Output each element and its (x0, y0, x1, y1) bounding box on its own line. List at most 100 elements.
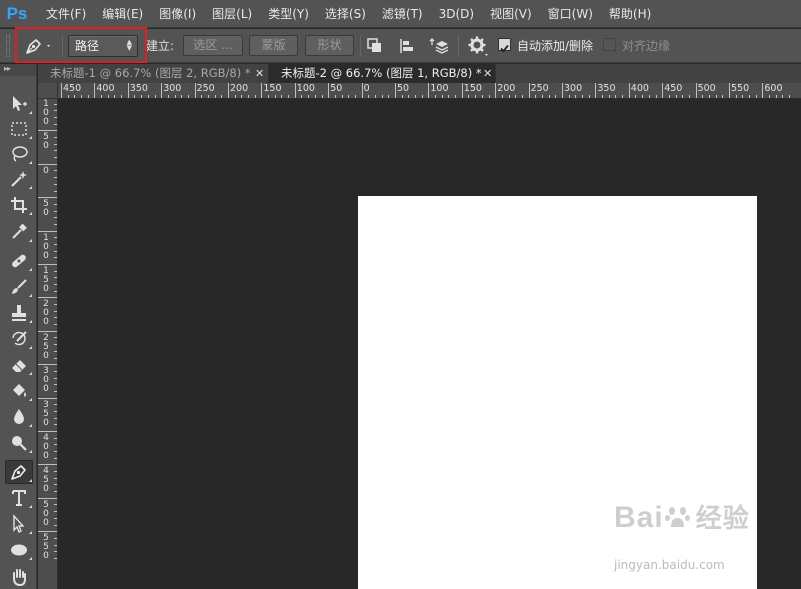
dodge-tool[interactable] (5, 431, 33, 455)
menu-edit[interactable]: 编辑(E) (94, 0, 151, 28)
ruler-label: 50 (330, 83, 343, 94)
lasso-tool[interactable] (5, 142, 33, 166)
healing-brush-tool[interactable] (5, 249, 33, 273)
ruler-origin[interactable] (38, 83, 58, 99)
menu-type[interactable]: 类型(Y) (260, 0, 317, 28)
geometry-options-button[interactable] (466, 34, 490, 58)
ruler-minor-tick (708, 95, 710, 98)
ruler-minor-tick (214, 95, 216, 98)
auto-add-delete-label: 自动添加/删除 (517, 39, 594, 53)
menu-window[interactable]: 窗口(W) (540, 0, 601, 28)
ruler-minor-tick (54, 143, 57, 145)
ruler-minor-tick (54, 357, 57, 359)
ruler-minor-tick (655, 95, 657, 98)
toolbox-collapse-toggle[interactable]: ▸▸ (0, 64, 36, 76)
close-icon[interactable]: ✕ (255, 64, 264, 83)
magic-wand-tool[interactable] (5, 167, 33, 191)
ruler-minor-tick (54, 484, 57, 486)
menu-help[interactable]: 帮助(H) (601, 0, 659, 28)
menu-layer[interactable]: 图层(L) (204, 0, 260, 28)
path-operations-button[interactable] (363, 34, 387, 58)
photoshop-logo: Ps (6, 3, 28, 23)
ruler-label: 50 (43, 199, 49, 219)
menu-select[interactable]: 选择(S) (317, 0, 374, 28)
ruler-minor-tick (54, 451, 57, 453)
menu-filter[interactable]: 滤镜(T) (374, 0, 431, 28)
eraser-tool[interactable] (5, 353, 33, 377)
ruler-tick (38, 497, 57, 499)
ruler-minor-tick (408, 95, 410, 98)
ruler-minor-tick (755, 95, 757, 98)
history-brush-tool[interactable] (5, 327, 33, 351)
path-selection-tool[interactable] (5, 512, 33, 536)
water-drop-icon (14, 409, 24, 424)
ruler-tick (495, 83, 497, 98)
make-mask-button[interactable]: 蒙版 (249, 35, 298, 56)
ruler-label: 100 (43, 232, 49, 261)
ruler-minor-tick (54, 544, 57, 546)
ellipse-tool[interactable] (5, 538, 33, 562)
ruler-tick (194, 83, 196, 98)
ruler-minor-tick (54, 350, 57, 352)
close-icon[interactable]: ✕ (483, 64, 492, 83)
vertical-ruler[interactable]: 10050050100150200250300350400450500550 (38, 99, 58, 589)
ruler-minor-tick (248, 95, 250, 98)
path-arrangement-button[interactable] (427, 34, 451, 58)
ruler-minor-tick (301, 95, 303, 98)
ruler-label: 200 (230, 83, 249, 94)
type-tool[interactable] (5, 486, 33, 510)
ruler-minor-tick (54, 290, 57, 292)
ruler-minor-tick (341, 95, 343, 98)
ruler-tick (562, 83, 563, 98)
auto-add-delete-checkbox[interactable] (498, 38, 511, 53)
menu-3d[interactable]: 3D(D) (431, 0, 482, 28)
ruler-label: 500 (43, 499, 49, 528)
paint-bucket-tool[interactable] (5, 379, 33, 403)
ruler-minor-tick (54, 217, 57, 219)
marquee-tool[interactable] (5, 117, 33, 141)
menu-view[interactable]: 视图(V) (482, 0, 540, 28)
eyedropper-tool[interactable] (5, 220, 33, 244)
ruler-tick (428, 83, 430, 98)
horizontal-ruler[interactable]: 450 400 350 300 250 200 150 100 50 0 50 100 150 200 25… (58, 83, 801, 99)
toolbox: ▸▸ (0, 64, 37, 589)
align-edges-checkbox[interactable] (603, 38, 616, 51)
ruler-minor-tick (635, 95, 637, 98)
make-selection-button[interactable]: 选区 ... (183, 35, 243, 56)
options-bar-grip[interactable] (6, 35, 10, 57)
tab-title: 未标题-1 @ 66.7% (图层 2, RGB/8) * (50, 66, 251, 80)
path-alignment-button[interactable] (395, 34, 419, 58)
ruler-label: 450 (43, 466, 49, 495)
crop-tool[interactable] (5, 193, 33, 217)
ruler-minor-tick (54, 190, 57, 192)
menu-file[interactable]: 文件(F) (38, 0, 94, 28)
ruler-minor-tick (54, 277, 57, 279)
ruler-minor-tick (441, 95, 443, 98)
tab-untitled-2[interactable]: 未标题-2 @ 66.7% (图层 1, RGB/8) * ✕ (269, 64, 496, 83)
ruler-tick (61, 83, 62, 98)
menu-image[interactable]: 图像(I) (151, 0, 204, 28)
brush-tool[interactable] (5, 275, 33, 299)
make-shape-button[interactable]: 形状 (305, 35, 354, 56)
ruler-label: 250 (43, 332, 49, 361)
blur-tool[interactable] (5, 405, 33, 429)
ruler-label: 300 (564, 83, 583, 94)
ruler-minor-tick (67, 95, 69, 98)
ruler-label: 100 (43, 99, 49, 127)
ruler-label: 0 (363, 83, 370, 94)
ruler-minor-tick (521, 95, 523, 98)
pen-tool[interactable] (5, 460, 33, 484)
ruler-minor-tick (501, 95, 503, 98)
clone-stamp-tool[interactable] (5, 301, 33, 325)
brush-icon (12, 279, 27, 294)
ruler-minor-tick (274, 95, 276, 98)
tab-untitled-1[interactable]: 未标题-1 @ 66.7% (图层 2, RGB/8) * ✕ (38, 64, 269, 83)
ellipse-icon (11, 544, 27, 556)
hand-tool[interactable] (5, 565, 33, 589)
move-tool[interactable] (5, 92, 33, 116)
eraser-icon (12, 360, 26, 372)
ruler-tick (461, 83, 463, 98)
ruler-tick (38, 431, 57, 432)
ruler-label: 400 (43, 433, 49, 461)
align-edges-label: 对齐边缘 (622, 39, 671, 53)
